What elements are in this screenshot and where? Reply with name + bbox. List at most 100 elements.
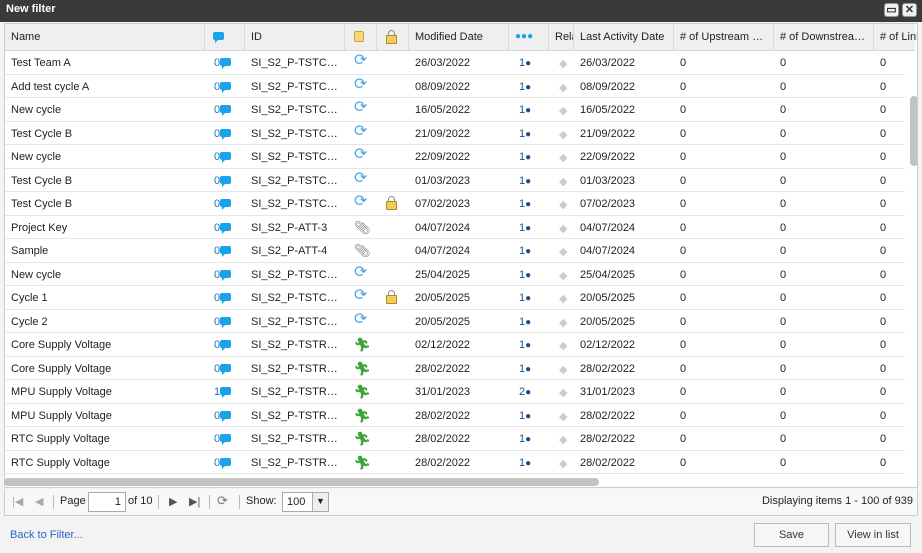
cell-id[interactable]: SI_S2_P-TSTR… [245,427,345,450]
table-row[interactable]: New cycle 0 SI_S2_P-TSTC… ⟳ 16/05/2022 1● ◆ 16/… [5,98,905,122]
vertical-scrollbar[interactable] [908,74,917,487]
cell-comments[interactable]: 0 [205,427,245,450]
cell-users[interactable]: 2● [509,380,549,403]
col-last-activity[interactable]: Last Activity Date [574,24,674,51]
table-row[interactable]: Sample 0 SI_S2_P-ATT-4 📎︎ 04/07/2024 1● ◆ 04/07… [5,239,905,263]
cell-id[interactable]: SI_S2_P-ATT-4 [245,239,345,262]
col-comments[interactable] [205,24,245,51]
col-downstream[interactable]: # of Downstrea… [774,24,874,51]
cell-id[interactable]: SI_S2_P-TSTC… [245,75,345,98]
next-page-icon[interactable]: ▶ [169,495,177,508]
page-input[interactable]: 1 [88,492,126,512]
cell-users[interactable]: 1● [509,310,549,333]
col-users[interactable]: ●●● [509,24,549,51]
cell-users[interactable]: 1● [509,404,549,427]
table-row[interactable]: Test Cycle B 0 SI_S2_P-TSTC… ⟳ 21/09/2022 1● ◆… [5,122,905,145]
cell-users[interactable]: 1● [509,357,549,380]
table-row[interactable]: RTC Supply Voltage 0 SI_S2_P-TSTR… 🏃︎ 28/02/… [5,451,905,474]
cell-id[interactable]: SI_S2_P-TSTC… [245,122,345,145]
view-in-list-button[interactable]: View in list [835,523,911,547]
cell-users[interactable]: 1● [509,451,549,474]
cell-users[interactable]: 1● [509,145,549,168]
cell-comments[interactable]: 0 [205,239,245,262]
horizontal-scrollbar[interactable] [4,478,599,486]
cell-users[interactable]: 1● [509,333,549,356]
cell-users[interactable]: 1● [509,169,549,192]
first-page-icon[interactable]: |◀ [12,495,23,508]
cell-comments[interactable]: 0 [205,310,245,333]
cell-comments[interactable]: 0 [205,98,245,121]
cell-users[interactable]: 1● [509,122,549,145]
page-size-select[interactable]: 100 ▼ [282,492,329,512]
cell-comments[interactable]: 0 [205,122,245,145]
cell-id[interactable]: SI_S2_P-TSTR… [245,333,345,356]
cell-comments[interactable]: 0 [205,357,245,380]
col-links[interactable]: # of Link [874,24,917,51]
table-row[interactable]: Cycle 2 0 SI_S2_P-TSTC… ⟳ 20/05/2025 1● ◆ 20/05… [5,310,905,333]
cell-comments[interactable]: 0 [205,192,245,215]
cell-comments[interactable]: 0 [205,333,245,356]
save-button[interactable]: Save [754,523,829,547]
cell-id[interactable]: SI_S2_P-TSTC… [245,192,345,215]
table-row[interactable]: Core Supply Voltage 0 SI_S2_P-TSTR… 🏃︎ 02/12… [5,333,905,357]
cell-comments[interactable]: 0 [205,51,245,74]
cell-id[interactable]: SI_S2_P-TSTC… [245,286,345,309]
user-icon: ● [525,175,532,187]
cell-comments[interactable]: 0 [205,404,245,427]
cell-id[interactable]: SI_S2_P-TSTR… [245,404,345,427]
cell-id[interactable]: SI_S2_P-ATT-3 [245,216,345,239]
col-type[interactable] [345,24,377,51]
cell-id[interactable]: SI_S2_P-TSTC… [245,145,345,168]
col-id[interactable]: ID [245,24,345,51]
col-upstream[interactable]: # of Upstream … [674,24,774,51]
cell-users[interactable]: 1● [509,75,549,98]
cell-users[interactable]: 1● [509,51,549,74]
cell-comments[interactable]: 0 [205,145,245,168]
cell-comments[interactable]: 0 [205,263,245,286]
cell-comments[interactable]: 0 [205,169,245,192]
table-row[interactable]: Test Team A 0 SI_S2_P-TSTC… ⟳ 26/03/2022 1● ◆ 2… [5,51,905,75]
col-modified[interactable]: Modified Date [409,24,509,51]
col-lock[interactable] [377,24,409,51]
cell-id[interactable]: SI_S2_P-TSTC… [245,51,345,74]
cell-id[interactable]: SI_S2_P-TSTR… [245,380,345,403]
table-row[interactable]: Cycle 1 0 SI_S2_P-TSTC… ⟳ 20/05/2025 1● ◆ 20/05… [5,286,905,310]
cell-id[interactable]: SI_S2_P-TSTR… [245,451,345,474]
maximize-icon[interactable]: ▭ [884,3,899,17]
cell-users[interactable]: 1● [509,427,549,450]
prev-page-icon[interactable]: ◀ [35,495,43,508]
vertical-scroll-thumb[interactable] [910,96,917,166]
cell-users[interactable]: 1● [509,263,549,286]
cell-comments[interactable]: 0 [205,75,245,98]
close-icon[interactable]: ✕ [902,3,917,17]
table-row[interactable]: Test Cycle B 0 SI_S2_P-TSTC… ⟳ 07/02/2023 1● ◆… [5,192,905,216]
cell-id[interactable]: SI_S2_P-TSTC… [245,263,345,286]
cell-id[interactable]: SI_S2_P-TSTC… [245,169,345,192]
table-row[interactable]: Core Supply Voltage 0 SI_S2_P-TSTR… 🏃︎ 28/02… [5,357,905,380]
cell-id[interactable]: SI_S2_P-TSTR… [245,357,345,380]
cell-users[interactable]: 1● [509,286,549,309]
refresh-icon[interactable]: ⟳ [217,493,228,509]
cell-users[interactable]: 1● [509,192,549,215]
cell-users[interactable]: 1● [509,216,549,239]
table-row[interactable]: MPU Supply Voltage 1 SI_S2_P-TSTR… 🏃︎ 31/01/… [5,380,905,404]
cell-comments[interactable]: 0 [205,451,245,474]
cell-users[interactable]: 1● [509,239,549,262]
table-row[interactable]: Test Cycle B 0 SI_S2_P-TSTC… ⟳ 01/03/2023 1● ◆… [5,169,905,192]
last-page-icon[interactable]: ▶| [189,495,200,508]
table-row[interactable]: Project Key 0 SI_S2_P-ATT-3 📎︎ 04/07/2024 1● ◆… [5,216,905,239]
table-row[interactable]: New cycle 0 SI_S2_P-TSTC… ⟳ 25/04/2025 1● ◆ 25/… [5,263,905,286]
cell-comments[interactable]: 0 [205,286,245,309]
table-row[interactable]: Add test cycle A 0 SI_S2_P-TSTC… ⟳ 08/09/202… [5,75,905,98]
table-row[interactable]: New cycle 0 SI_S2_P-TSTC… ⟳ 22/09/2022 1● ◆ 22/… [5,145,905,169]
table-row[interactable]: MPU Supply Voltage 0 SI_S2_P-TSTR… 🏃︎ 28/02/… [5,404,905,427]
table-row[interactable]: RTC Supply Voltage 0 SI_S2_P-TSTR… 🏃︎ 28/02/… [5,427,905,451]
cell-comments[interactable]: 1 [205,380,245,403]
cell-id[interactable]: SI_S2_P-TSTC… [245,98,345,121]
cell-comments[interactable]: 0 [205,216,245,239]
col-rel[interactable]: Rela [549,24,574,51]
cell-users[interactable]: 1● [509,98,549,121]
col-name[interactable]: Name [5,24,205,51]
back-to-filter-link[interactable]: Back to Filter... [10,529,83,541]
cell-id[interactable]: SI_S2_P-TSTC… [245,310,345,333]
